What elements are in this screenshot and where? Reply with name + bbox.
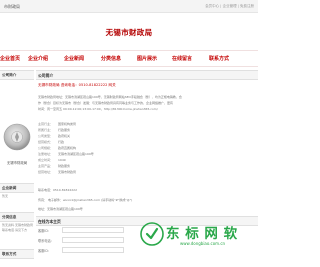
info-row: 成立时间： 1949	[38, 158, 66, 162]
top-bar: 市财政局 会员中心 | 企业管理 | 免费注册	[0, 0, 258, 13]
info-value: 1949	[58, 158, 66, 162]
info-row: 经营地址： 无锡市财政局	[38, 170, 76, 174]
left-section-info-label: 分类信息	[2, 215, 17, 219]
info-value: 国家机构类局	[58, 122, 77, 126]
left-section-contact-label: 联系方式	[2, 252, 17, 256]
address-line: 地址：无锡市滨湖区观山路199号	[38, 207, 83, 211]
page-title: 无锡市财政局	[105, 28, 153, 37]
nav-item-home[interactable]: 企业首页	[0, 55, 20, 62]
nav-item-news[interactable]: 企业新闻	[64, 55, 84, 62]
info-key: 注册地址：	[38, 152, 54, 156]
watermark-text: 东 标 网 软	[166, 226, 238, 242]
info-key: 公司规模：	[38, 146, 54, 150]
info-row: 经营模式： 行政	[38, 140, 64, 144]
left-company-name: 无锡市财政局	[6, 161, 28, 165]
message-field-label: 客服ID：	[38, 229, 51, 233]
intro-line: 时间：周一至周五 09:00-12:00;13:00-17:00，http://…	[38, 107, 158, 111]
nav-item-contact[interactable]: 联系方式	[209, 55, 229, 62]
message-id-input[interactable]	[62, 227, 124, 233]
company-logo-icon	[3, 123, 31, 151]
nav-item-classifieds[interactable]: 分类信息	[101, 55, 121, 62]
info-value: 无锡市滨湖区观山路199号	[58, 152, 94, 156]
left-section-info: 分类信息	[0, 212, 34, 222]
main-nav: 企业首页 企业介绍 企业新闻 分类信息 图片展示 在线留言 联系方式	[0, 50, 258, 67]
message-field-label: 联系电话：	[38, 239, 54, 243]
info-key: 经营模式：	[38, 140, 54, 144]
nav-item-images[interactable]: 图片展示	[137, 55, 157, 62]
left-news-empty: 暂无	[2, 194, 9, 198]
intro-line: 作（整合）目标为无锡市（整合）发展：与无锡市财政局具有同等业务与工作的，企业网络…	[38, 101, 174, 105]
info-value: 行政服务	[58, 128, 71, 132]
company-logo	[2, 122, 32, 152]
main-section-intro-label: 公司简介	[38, 73, 54, 78]
info-row: 公司类型： 政府机关	[38, 134, 70, 138]
info-key: 成立时间：	[38, 158, 54, 162]
nav-item-messages[interactable]: 在线留言	[172, 55, 192, 62]
info-row: 注册地址： 无锡市滨湖区观山路199号	[38, 152, 94, 156]
contact-phone-line: 无锡市财政局 咨询电话：0510-81822222 网关	[38, 83, 116, 87]
info-key: 所属行业：	[38, 128, 54, 132]
phone-line: 联系电话：0510-81822222	[38, 188, 77, 192]
info-row: 主营产品： 财政服务	[38, 164, 70, 168]
info-row: 所属行业： 行政服务	[38, 128, 70, 132]
info-key: 经营地址：	[38, 170, 54, 174]
info-value: 财政服务	[58, 164, 71, 168]
left-section-news: 企业新闻	[0, 183, 34, 193]
left-info-line: 联系电话·请见下方	[2, 228, 27, 232]
left-section-contact: 联系方式	[0, 249, 34, 259]
info-value: 行政	[58, 140, 65, 144]
info-value: 政府直属机构	[58, 146, 77, 150]
fax-email-line: 传真： 电子邮件：wuxicz@jinshan365.com (请手动将"#"换…	[38, 198, 133, 202]
nav-item-company[interactable]: 企业介绍	[28, 55, 48, 62]
message-field-label: 客服ID：	[38, 249, 51, 253]
info-value: 无锡市财政局	[58, 170, 77, 174]
message-phone-input[interactable]	[62, 237, 124, 243]
main-section-message-label: 在线为本主页	[38, 219, 61, 224]
top-bar-links[interactable]: 会员中心 | 企业管理 | 免费注册	[205, 4, 254, 9]
left-section-company: 公司简介	[0, 70, 34, 80]
intro-line: 无锡市财政局地址：无锡市滨湖区观山路199号，无锡财政局网站SEO手段融合（整）…	[38, 95, 182, 99]
message-id-input-2[interactable]	[62, 247, 124, 253]
info-key: 主营行业：	[38, 122, 54, 126]
main-section-intro: 公司简介	[36, 70, 258, 80]
left-section-company-label: 公司简介	[2, 73, 17, 77]
left-section-news-label: 企业新闻	[2, 186, 17, 190]
info-value: 政府机关	[58, 134, 71, 138]
info-key: 公司类型：	[38, 134, 54, 138]
watermark-logo-icon	[140, 222, 164, 246]
left-info-line: 暂无资料·无锡市财政局	[2, 223, 33, 227]
info-key: 主营产品：	[38, 164, 54, 168]
info-row: 主营行业： 国家机构类局	[38, 122, 76, 126]
info-row: 公司规模： 政府直属机构	[38, 146, 76, 150]
watermark-url: www.dongbiao.com.cn	[180, 241, 226, 246]
top-bar-site-name[interactable]: 市财政局	[4, 4, 20, 10]
